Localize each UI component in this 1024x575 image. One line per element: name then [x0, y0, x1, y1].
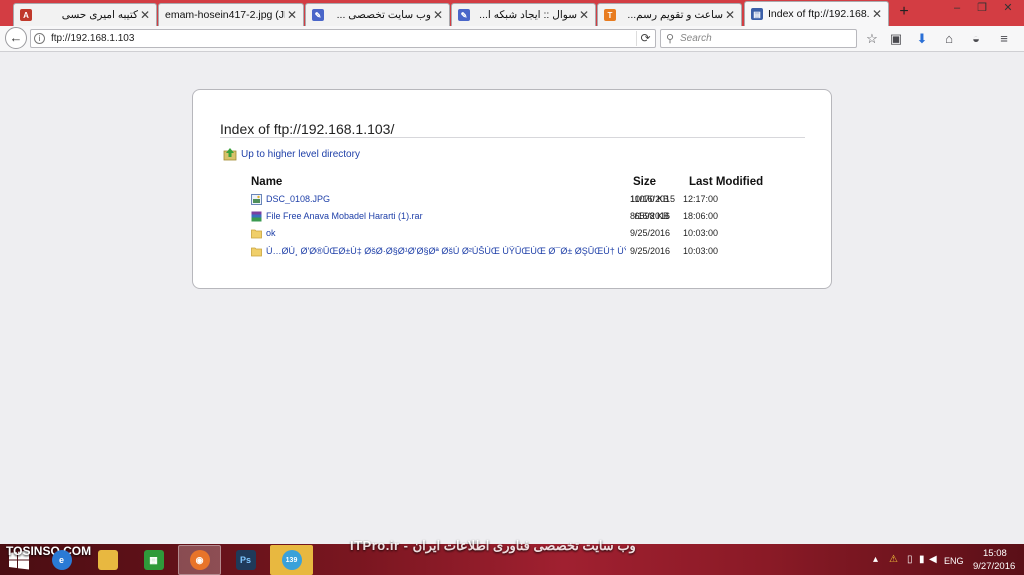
watermark-center: ITPro.ir - وب سایت تخصصی فناوری اطلاعات … [350, 538, 636, 553]
restore-button[interactable]: ❐ [970, 0, 994, 18]
close-icon[interactable]: ✕ [431, 8, 445, 22]
t-icon: T [604, 9, 616, 21]
close-icon[interactable]: ✕ [577, 8, 591, 22]
tab-1[interactable]: A کتیبه امیری حسی ✕ [13, 3, 157, 26]
file-name-link[interactable]: Ù…ØÙ¸ Ø'Ø®ÛŒØ±Ù‡ ØšØ·Ø§Ø¹Ø'Ø§Øª ØšÙ Ø²ÙŠ… [266, 246, 626, 256]
tab-5[interactable]: T ساعت و تقویم رسم... ✕ [597, 3, 742, 26]
table-row[interactable]: DSC_0108.JPG 11070 KB 10/16/2015 12:17:0… [251, 193, 781, 207]
tab-title: سوال :: ایجاد شبکه ا... [479, 9, 577, 21]
file-date: 9/25/2016 [630, 228, 671, 238]
ftp-icon: ▤ [751, 8, 763, 20]
reading-list-icon[interactable]: ▣ [887, 30, 905, 48]
file-name-link[interactable]: DSC_0108.JPG [266, 194, 626, 204]
tab-title: emam-hosein417-2.jpg (JP... [165, 9, 285, 21]
close-window-button[interactable]: ✕ [995, 0, 1021, 18]
back-button[interactable]: ← [5, 27, 27, 49]
up-directory-row[interactable]: Up to higher level directory [223, 147, 360, 161]
file-time: 18:06:00 [683, 211, 719, 221]
reload-button[interactable]: ⟳ [636, 31, 654, 46]
up-folder-icon [223, 148, 237, 161]
file-time: 10:03:00 [683, 228, 719, 238]
star-icon[interactable]: ☆ [863, 30, 881, 48]
directory-listing: Index of ftp://192.168.1.103/ Up to high… [192, 89, 832, 289]
file-name-link[interactable]: File Free Anava Mobadel Hararti (1).rar [266, 211, 626, 221]
info-icon[interactable]: i [34, 33, 45, 44]
clock-time[interactable]: 15:08 [983, 548, 1007, 559]
close-icon[interactable]: ✕ [285, 8, 299, 22]
signal-icon[interactable]: ▮ [919, 554, 925, 565]
tab-title: کتیبه امیری حسی [61, 9, 138, 21]
store-icon: ▦ [143, 550, 164, 570]
photoshop-app-button[interactable]: Ps [224, 545, 267, 575]
folder-icon [251, 247, 262, 257]
column-header-modified[interactable]: Last Modified [689, 176, 763, 188]
new-tab-button[interactable]: + [895, 3, 913, 21]
image-file-icon [251, 194, 262, 205]
search-icon: ⚲ [666, 33, 675, 45]
page-title: Index of ftp://192.168.1.103/ [220, 121, 395, 137]
warning-icon[interactable]: ⚠ [889, 554, 898, 565]
close-icon[interactable]: ✕ [870, 7, 884, 21]
explorer-app-button[interactable] [86, 545, 129, 575]
file-name-link[interactable]: ok [266, 228, 626, 238]
file-date: 10/16/2015 [630, 194, 676, 204]
tab-strip: A کتیبه امیری حسی ✕ emam-hosein417-2.jpg… [0, 0, 1024, 26]
ie-app-button[interactable]: e [40, 545, 83, 575]
file-date: 8/16/2016 [630, 211, 671, 221]
divider [220, 137, 805, 138]
up-directory-link[interactable]: Up to higher level directory [241, 149, 360, 160]
telegram-icon: 139 [281, 550, 302, 570]
folder-icon [251, 229, 262, 239]
pen-icon: ✎ [458, 9, 470, 21]
tab-title: Index of ftp://192.168.1.... [768, 8, 870, 20]
photoshop-icon: Ps [235, 550, 256, 570]
table-row[interactable]: File Free Anava Mobadel Hararti (1).rar … [251, 210, 781, 224]
column-header-size[interactable]: Size [633, 176, 656, 188]
menu-icon[interactable]: ≡ [995, 30, 1013, 48]
ie-icon: e [51, 550, 72, 570]
network-icon[interactable]: ▯ [907, 554, 913, 565]
table-row[interactable]: Ù…ØÙ¸ Ø'Ø®ÛŒØ±Ù‡ ØšØ·Ø§Ø¹Ø'Ø§Øª ØšÙ Ø²ÙŠ… [251, 245, 781, 259]
tab-2[interactable]: emam-hosein417-2.jpg (JP... ✕ [158, 3, 304, 26]
search-placeholder: Search [680, 33, 712, 44]
close-icon[interactable]: ✕ [138, 8, 152, 22]
rar-file-icon [251, 211, 262, 222]
pdf-icon: A [20, 9, 32, 21]
file-date: 9/25/2016 [630, 246, 671, 256]
telegram-app-button[interactable]: 139 [270, 545, 313, 575]
file-time: 10:03:00 [683, 246, 719, 256]
clock-date[interactable]: 9/27/2016 [973, 561, 1015, 572]
download-icon[interactable]: ⬇ [913, 30, 931, 48]
url-bar[interactable]: i ftp://192.168.1.103 ⟳ [30, 29, 656, 48]
store-app-button[interactable]: ▦ [132, 545, 175, 575]
volume-icon[interactable]: ◀ [929, 554, 937, 565]
firefox-icon: ◉ [189, 550, 210, 570]
file-time: 12:17:00 [683, 194, 719, 204]
language-indicator[interactable]: ENG [944, 556, 964, 566]
minimize-button[interactable]: – [945, 0, 969, 18]
url-text[interactable]: ftp://192.168.1.103 [51, 33, 134, 44]
table-row[interactable]: ok 9/25/2016 10:03:00 [251, 227, 781, 241]
close-icon[interactable]: ✕ [723, 8, 737, 22]
pen-icon: ✎ [312, 9, 324, 21]
home-icon[interactable]: ⌂ [940, 30, 958, 48]
tab-3[interactable]: ✎ وب سایت تخصصی ... ✕ [305, 3, 450, 26]
column-header-name[interactable]: Name [251, 176, 282, 188]
firefox-app-button[interactable]: ◉ [178, 545, 221, 575]
tab-title: ساعت و تقویم رسم... [627, 9, 723, 21]
folder-icon [97, 550, 118, 570]
pocket-icon[interactable]: ◒ [967, 30, 985, 48]
navigation-bar: ← i ftp://192.168.1.103 ⟳ ⚲ Search ☆ ▣ ⬇… [0, 26, 1024, 52]
tab-4[interactable]: ✎ سوال :: ایجاد شبکه ا... ✕ [451, 3, 596, 26]
tab-title: وب سایت تخصصی ... [336, 9, 431, 21]
tray-chevron-icon[interactable]: ▴ [873, 554, 878, 565]
tab-6-active[interactable]: ▤ Index of ftp://192.168.1.... ✕ [744, 1, 889, 26]
search-input[interactable]: ⚲ Search [660, 29, 857, 48]
